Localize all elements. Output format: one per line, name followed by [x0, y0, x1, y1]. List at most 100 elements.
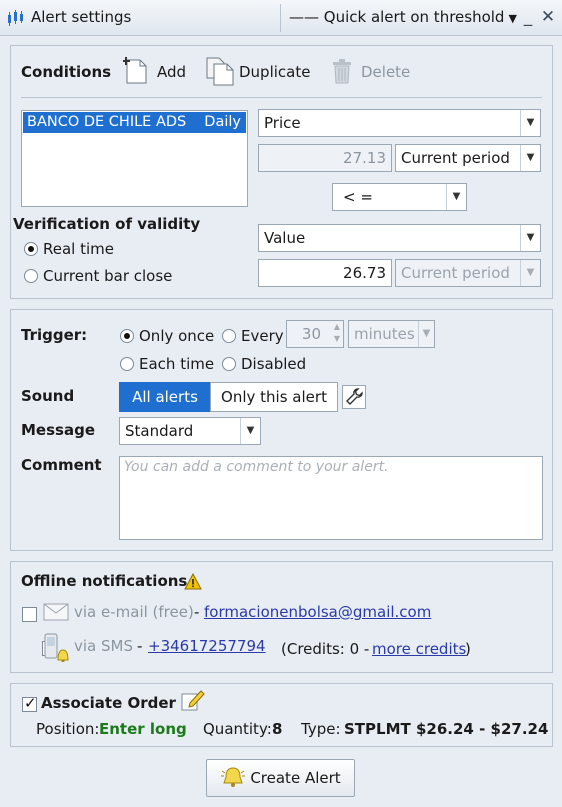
- operator-value: < =: [343, 188, 373, 206]
- window-title: Alert settings: [31, 8, 132, 26]
- chevron-down-icon: ▼: [520, 145, 540, 171]
- every-stepper: 30 ▲ ▼: [286, 320, 344, 348]
- barclose-label: Current bar close: [43, 267, 173, 285]
- comment-textarea[interactable]: You can add a comment to your alert.: [119, 456, 543, 540]
- only-once-radio[interactable]: Only once: [120, 327, 214, 345]
- alert-type-dropdown[interactable]: —— Quick alert on threshold ▼: [289, 8, 517, 26]
- warning-icon: [184, 573, 202, 590]
- chevron-down-icon: ▼: [520, 260, 540, 286]
- create-alert-button[interactable]: Create Alert: [206, 759, 355, 797]
- sms-label: via SMS: [74, 637, 133, 655]
- threshold-period-value: Current period: [401, 264, 510, 282]
- every-unit-select: minutes ▼: [348, 320, 435, 348]
- create-alert-label: Create Alert: [250, 769, 341, 787]
- position-label: Position:: [36, 720, 100, 738]
- each-time-label: Each time: [139, 355, 215, 373]
- credits-close-paren: ): [465, 640, 471, 658]
- chevron-down-icon: ▼: [520, 225, 540, 251]
- message-select[interactable]: Standard ▼: [119, 417, 261, 445]
- only-this-alert-toggle[interactable]: Only this alert: [210, 382, 338, 412]
- disabled-label: Disabled: [241, 355, 307, 373]
- price-period-value: Current period: [401, 149, 510, 167]
- title-divider: [280, 4, 281, 32]
- price-select[interactable]: Price ▼: [258, 109, 541, 137]
- trigger-label: Trigger:: [21, 326, 88, 344]
- chevron-down-icon: ▼: [446, 184, 466, 210]
- condition-list-item[interactable]: BANCO DE CHILE ADS Daily: [23, 112, 246, 133]
- edit-pencil-icon[interactable]: [181, 688, 205, 712]
- chevron-down-icon: ▼: [240, 418, 260, 444]
- stepper-arrows-icon: ▲ ▼: [333, 322, 340, 343]
- sound-settings-button[interactable]: [342, 385, 366, 409]
- comment-label: Comment: [21, 456, 102, 474]
- position-value: Enter long: [99, 720, 187, 738]
- email-link[interactable]: formacionenbolsa@gmail.com: [204, 603, 431, 621]
- every-value: 30: [301, 325, 321, 343]
- bell-icon: [221, 767, 246, 787]
- realtime-radio[interactable]: Real time: [24, 240, 114, 258]
- conditions-divider: [21, 97, 542, 98]
- disabled-radio[interactable]: Disabled: [222, 355, 306, 373]
- radio-unchecked-icon: [24, 269, 38, 283]
- price-select-value: Price: [264, 114, 301, 132]
- close-button[interactable]: ✕: [539, 7, 557, 27]
- add-button[interactable]: Add: [123, 56, 195, 86]
- email-label: via e-mail (free): [74, 603, 194, 621]
- every-unit-value: minutes: [354, 325, 415, 343]
- email-checkbox[interactable]: [22, 607, 37, 622]
- message-select-value: Standard: [125, 422, 194, 440]
- price-value-field: 27.13: [258, 144, 392, 172]
- every-radio[interactable]: Every: [222, 327, 284, 345]
- validity-heading: Verification of validity: [13, 215, 201, 233]
- chevron-down-icon: ▼: [418, 321, 434, 347]
- duplicate-label: Duplicate: [239, 63, 311, 81]
- chevron-down-icon: ▼: [520, 110, 540, 136]
- conditions-panel: Conditions Add Duplicate Delete BANCO DE: [10, 45, 553, 299]
- radio-unchecked-icon: [222, 329, 236, 343]
- barclose-radio[interactable]: Current bar close: [24, 267, 172, 285]
- envelope-icon: [43, 603, 69, 621]
- radio-checked-icon: [120, 329, 134, 343]
- operator-select[interactable]: < = ▼: [332, 183, 467, 211]
- message-label: Message: [21, 421, 95, 439]
- add-document-icon: [123, 57, 147, 84]
- all-alerts-toggle[interactable]: All alerts: [119, 382, 211, 412]
- condition-list[interactable]: BANCO DE CHILE ADS Daily: [21, 110, 248, 207]
- type-value: STPLMT $26.24 - $27.24: [344, 720, 549, 738]
- candlestick-icon: [8, 10, 23, 26]
- value-select[interactable]: Value ▼: [258, 224, 541, 252]
- phone-bell-icon: [44, 633, 69, 662]
- radio-unchecked-icon: [120, 357, 134, 371]
- price-period-select[interactable]: Current period ▼: [395, 144, 541, 172]
- trigger-panel: Trigger: Only once Every 30 ▲ ▼ minutes ▼…: [10, 309, 553, 551]
- condition-timeframe: Daily: [204, 114, 241, 130]
- credits-text: (Credits: 0 -: [281, 640, 370, 658]
- associate-order-checkbox[interactable]: [22, 694, 37, 712]
- delete-label: Delete: [361, 63, 411, 81]
- each-time-radio[interactable]: Each time: [120, 355, 214, 373]
- chevron-down-icon: ▼: [508, 12, 517, 25]
- only-once-label: Only once: [139, 327, 215, 345]
- realtime-label: Real time: [43, 240, 114, 258]
- associate-order-label: Associate Order: [41, 694, 176, 712]
- threshold-value-input[interactable]: 26.73: [258, 259, 392, 287]
- duplicate-button[interactable]: Duplicate: [205, 56, 311, 86]
- delete-button[interactable]: Delete: [331, 58, 415, 86]
- radio-unchecked-icon: [222, 357, 236, 371]
- threshold-period-select: Current period ▼: [395, 259, 541, 287]
- minimize-button[interactable]: _: [519, 7, 537, 27]
- more-credits-link[interactable]: more credits: [372, 640, 466, 658]
- alert-type-label: —— Quick alert on threshold: [289, 8, 505, 26]
- duplicate-icon: [206, 57, 234, 86]
- type-label: Type:: [301, 720, 341, 738]
- sms-number-link[interactable]: +34617257794: [148, 637, 266, 655]
- condition-name: BANCO DE CHILE ADS: [27, 114, 187, 130]
- quantity-value: 8: [272, 720, 283, 738]
- value-select-value: Value: [264, 229, 306, 247]
- order-panel: Associate Order Position: Enter long Qua…: [10, 683, 553, 747]
- radio-checked-icon: [24, 242, 38, 256]
- offline-heading: Offline notifications: [21, 572, 188, 590]
- add-label: Add: [157, 63, 187, 81]
- wrench-icon: [346, 388, 363, 405]
- title-bar: Alert settings —— Quick alert on thresho…: [0, 0, 562, 36]
